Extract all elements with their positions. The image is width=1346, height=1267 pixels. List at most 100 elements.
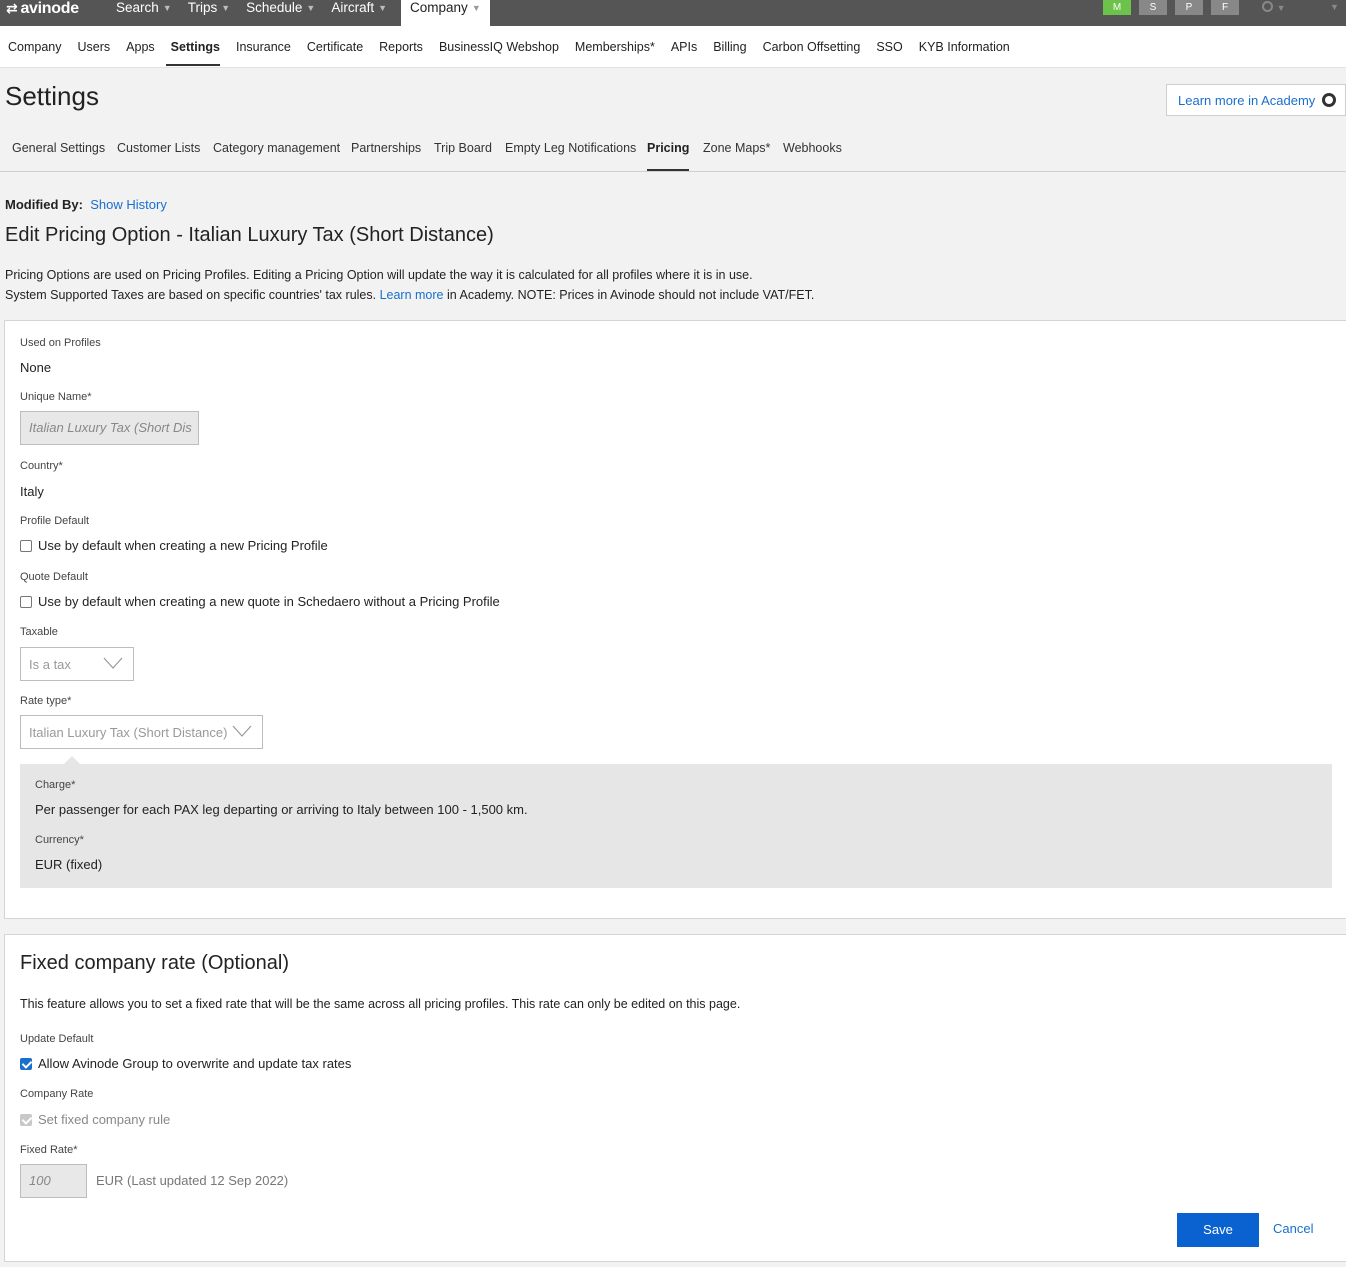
subnav-active-underline — [166, 64, 220, 66]
fixed-rate-description: This feature allows you to set a fixed r… — [20, 997, 741, 1011]
learn-more-academy-button[interactable]: Learn more in Academy — [1166, 84, 1346, 116]
user-menu-chevron-icon[interactable]: ▼ — [1330, 2, 1339, 12]
chevron-down-icon — [103, 657, 123, 669]
modified-by-label: Modified By: — [5, 197, 83, 212]
company-rate-row[interactable]: Set fixed company rule — [20, 1112, 170, 1127]
top-nav-trips[interactable]: Trips ▼ — [180, 0, 238, 26]
taxable-select[interactable]: Is a tax — [20, 647, 134, 681]
subnav-apis[interactable]: APIs — [663, 26, 705, 68]
top-nav: Search ▼ Trips ▼ Schedule ▼ Aircraft ▼ Compa… — [108, 0, 490, 26]
subnav-reports[interactable]: Reports — [371, 26, 431, 68]
currency-label: Currency* — [35, 834, 84, 846]
subnav-kyb[interactable]: KYB Information — [911, 26, 1018, 68]
intro-line-2: System Supported Taxes are based on spec… — [5, 285, 814, 305]
subnav-certificate[interactable]: Certificate — [299, 26, 371, 68]
subnav-memberships[interactable]: Memberships* — [567, 26, 663, 68]
company-rate-checkbox-label: Set fixed company rule — [38, 1112, 171, 1127]
subnav-sso[interactable]: SSO — [868, 26, 910, 68]
tab-pricing[interactable]: Pricing — [647, 130, 689, 166]
save-button[interactable]: Save — [1177, 1213, 1259, 1247]
subnav-webshop[interactable]: BusinessIQ Webshop — [431, 26, 567, 68]
unique-name-label: Unique Name* — [20, 391, 92, 403]
subnav-carbon-offsetting[interactable]: Carbon Offsetting — [755, 26, 869, 68]
app-badges: M S P F — [1103, 0, 1247, 15]
fixed-rate-label: Fixed Rate* — [20, 1144, 78, 1156]
top-nav-search[interactable]: Search ▼ — [108, 0, 180, 26]
badge-f[interactable]: F — [1211, 0, 1239, 15]
currency-value: EUR (fixed) — [35, 857, 103, 872]
learn-more-link[interactable]: Learn more — [380, 288, 444, 302]
update-default-label: Update Default — [20, 1033, 94, 1045]
academy-button-label: Learn more in Academy — [1178, 92, 1316, 108]
update-default-checkbox[interactable] — [20, 1057, 32, 1070]
subnav-insurance[interactable]: Insurance — [228, 26, 299, 68]
intro-text-part: in Academy. NOTE: Prices in Avinode shou… — [443, 288, 815, 302]
caret-down-icon: ▼ — [221, 3, 231, 13]
rate-type-select[interactable]: Italian Luxury Tax (Short Distance) — [20, 715, 263, 749]
logo-mark-icon: ⇄ — [6, 0, 18, 16]
fixed-rate-title: Fixed company rate (Optional) — [20, 952, 290, 974]
quote-default-checkbox-label: Use by default when creating a new quote… — [38, 594, 500, 609]
intro-text: Pricing Options are used on Pricing Prof… — [5, 265, 814, 305]
profile-default-checkbox[interactable] — [20, 539, 32, 552]
charge-value: Per passenger for each PAX leg departing… — [35, 802, 528, 817]
unique-name-input[interactable]: Italian Luxury Tax (Short Dis — [20, 411, 199, 445]
subnav-apps[interactable]: Apps — [118, 26, 163, 68]
quote-default-checkbox[interactable] — [20, 595, 32, 608]
top-nav-schedule[interactable]: Schedule ▼ — [238, 0, 323, 26]
caret-down-icon: ▼ — [471, 3, 481, 13]
caret-down-icon: ▼ — [162, 3, 172, 13]
cancel-button[interactable]: Cancel — [1273, 1221, 1313, 1236]
top-bar: ⇄ avinode Search ▼ Trips ▼ Schedule ▼ Aircr… — [0, 0, 1346, 26]
logo-text: avinode — [20, 0, 79, 17]
tab-customer-lists[interactable]: Customer Lists — [117, 130, 200, 166]
tab-partnerships[interactable]: Partnerships — [351, 130, 421, 166]
pricing-option-card: Used on Profiles None Unique Name* Itali… — [4, 320, 1346, 919]
top-nav-aircraft[interactable]: Aircraft ▼ — [323, 0, 395, 26]
rate-type-select-value: Italian Luxury Tax (Short Distance) — [29, 724, 228, 740]
tab-empty-leg-notifications[interactable]: Empty Leg Notifications — [505, 130, 636, 166]
profile-default-label: Profile Default — [20, 515, 90, 527]
intro-text-part: System Supported Taxes are based on spec… — [5, 288, 380, 302]
rate-type-label: Rate type* — [20, 695, 72, 707]
subnav-company[interactable]: Company — [0, 26, 70, 68]
quote-default-row[interactable]: Use by default when creating a new quote… — [20, 594, 500, 609]
subnav-settings[interactable]: Settings — [163, 26, 228, 68]
rate-details-panel: Charge* Per passenger for each PAX leg d… — [20, 756, 1332, 888]
search-icon[interactable]: ▼ — [1262, 0, 1296, 16]
caret-down-icon: ▼ — [306, 3, 316, 13]
top-nav-label: Trips — [187, 0, 218, 15]
profile-default-row[interactable]: Use by default when creating a new Prici… — [20, 538, 328, 553]
country-value: Italy — [20, 484, 44, 499]
tab-webhooks[interactable]: Webhooks — [783, 130, 842, 166]
tab-active-underline — [647, 169, 689, 171]
chevron-down-icon — [232, 725, 252, 737]
update-default-row[interactable]: Allow Avinode Group to overwrite and upd… — [20, 1056, 351, 1071]
top-nav-label: Company — [410, 0, 468, 15]
subnav-billing[interactable]: Billing — [705, 26, 754, 68]
country-label: Country* — [20, 460, 63, 472]
settings-tabs: General Settings Customer Lists Category… — [0, 130, 1346, 172]
caret-down-icon: ▼ — [378, 3, 388, 13]
taxable-select-value: Is a tax — [29, 656, 71, 672]
tab-category-management[interactable]: Category management — [213, 130, 340, 166]
update-default-checkbox-label: Allow Avinode Group to overwrite and upd… — [38, 1056, 352, 1071]
charge-label: Charge* — [35, 779, 76, 791]
company-rate-label: Company Rate — [20, 1088, 94, 1100]
tab-zone-maps[interactable]: Zone Maps* — [703, 130, 770, 166]
avinode-logo[interactable]: ⇄ avinode — [6, 0, 79, 17]
top-nav-label: Aircraft — [331, 0, 375, 15]
company-rate-checkbox[interactable] — [20, 1113, 32, 1126]
top-nav-label: Search — [116, 0, 159, 15]
top-nav-company[interactable]: Company ▼ — [401, 0, 490, 26]
page-title: Settings — [5, 81, 99, 111]
badge-s[interactable]: S — [1139, 0, 1167, 15]
fixed-rate-input[interactable]: 100 — [20, 1164, 87, 1198]
badge-p[interactable]: P — [1175, 0, 1203, 15]
tab-trip-board[interactable]: Trip Board — [434, 130, 492, 166]
tab-general-settings[interactable]: General Settings — [12, 130, 105, 166]
show-history-link[interactable]: Show History — [90, 197, 167, 212]
badge-m[interactable]: M — [1103, 0, 1131, 15]
used-on-profiles-value: None — [20, 360, 52, 375]
subnav-users[interactable]: Users — [70, 26, 119, 68]
